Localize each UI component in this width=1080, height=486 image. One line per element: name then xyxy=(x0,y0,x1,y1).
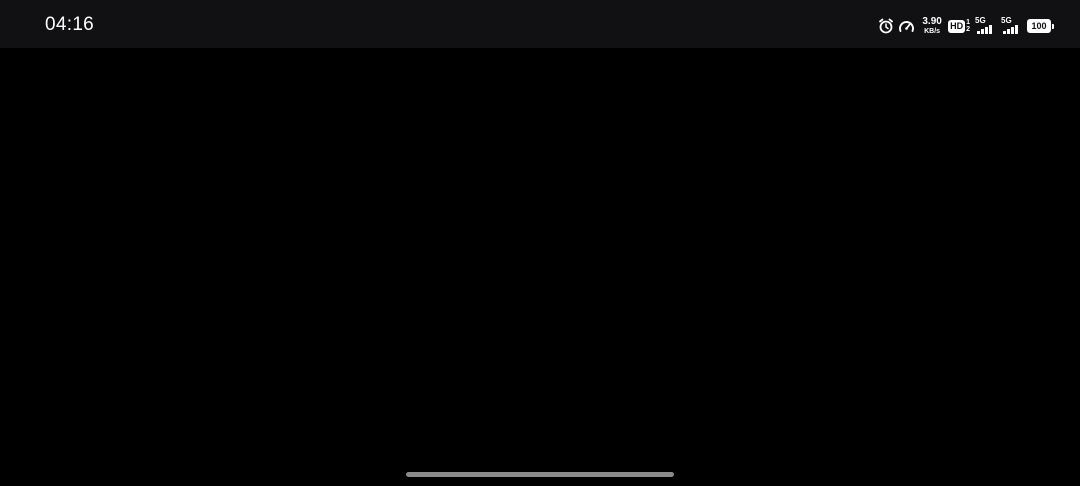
clock: 04:16 xyxy=(45,14,95,35)
sim1-signal-bars xyxy=(977,25,992,34)
network-speed-unit: KB/s xyxy=(924,28,941,35)
status-bar: 04:16 3.90 KB/s HD 1 2 5G 5G 100 xyxy=(0,0,1080,48)
sim2-network-type: 5G xyxy=(1001,16,1012,25)
sim2-signal-icon: 5G xyxy=(1001,17,1023,35)
home-indicator[interactable] xyxy=(406,472,674,477)
network-speed: 3.90 KB/s xyxy=(921,16,943,36)
sim1-signal-icon: 5G xyxy=(975,17,997,35)
hd-voice-indicator: HD 1 2 xyxy=(948,19,970,33)
hd-sim-numbers: 1 2 xyxy=(966,19,970,33)
status-icons: 3.90 KB/s HD 1 2 5G 5G 100 xyxy=(878,14,1054,38)
hd-sim-bottom: 2 xyxy=(966,26,970,33)
hd-voice-icon: HD xyxy=(948,19,966,33)
battery-tip xyxy=(1052,23,1054,29)
alarm-icon xyxy=(878,18,894,34)
network-speed-value: 3.90 xyxy=(922,16,942,27)
sim1-network-type: 5G xyxy=(975,16,986,25)
battery-icon: 100 xyxy=(1027,19,1054,33)
hd-sim-top: 1 xyxy=(966,19,970,26)
sim2-signal-bars xyxy=(1003,25,1018,34)
battery-level: 100 xyxy=(1027,19,1051,33)
speedometer-icon xyxy=(898,18,915,34)
